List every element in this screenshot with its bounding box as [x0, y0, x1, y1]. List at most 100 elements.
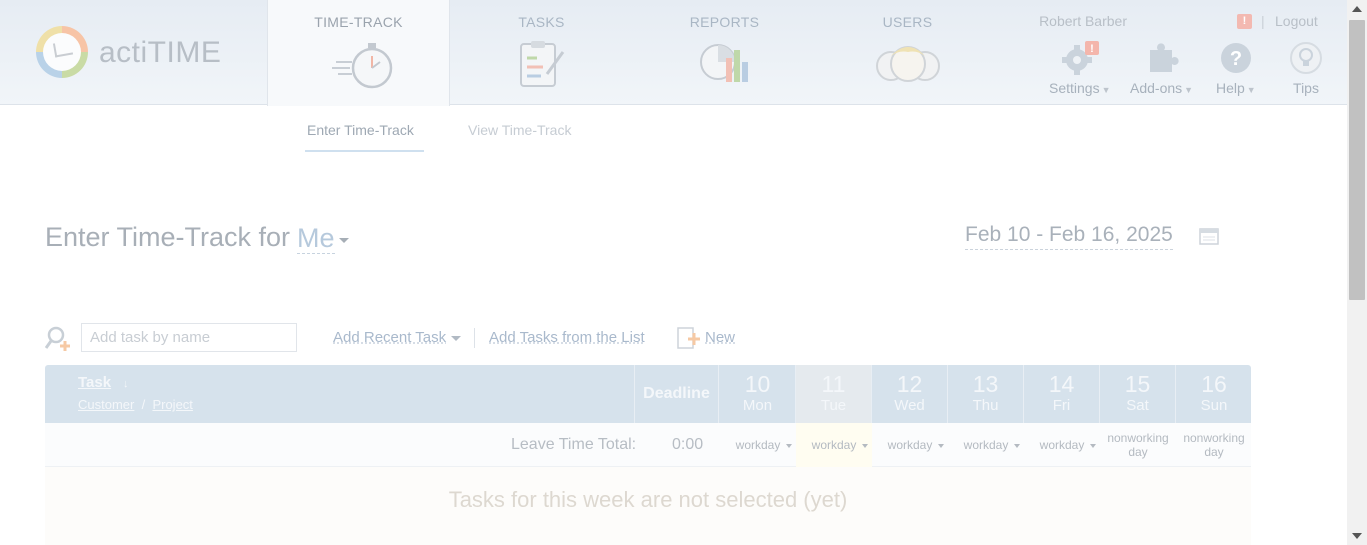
day-number: 13 [972, 371, 999, 397]
puzzle-icon [1149, 43, 1179, 72]
tab-label: TASKS [518, 14, 565, 30]
customer-project-header: Customer / Project [78, 397, 193, 412]
day-name: Sat [1126, 397, 1149, 414]
day-type-value: workday [1039, 438, 1085, 452]
sort-arrow-icon[interactable]: ↓ [123, 378, 129, 390]
scrollbar-thumb[interactable] [1349, 20, 1365, 300]
day-number: 15 [1124, 371, 1151, 397]
settings-menu[interactable]: ! Settings ▼ [1049, 40, 1111, 96]
tab-label: USERS [882, 14, 933, 30]
day-type-select-mon[interactable]: workday [720, 423, 796, 467]
chevron-down-icon [862, 444, 868, 448]
day-type-value: workday [811, 438, 857, 452]
question-icon: ? [1220, 43, 1251, 73]
new-task-button[interactable]: New [705, 329, 735, 346]
task-column-header[interactable]: Task [78, 374, 111, 391]
toolbar-divider [474, 328, 475, 348]
leave-time-label: Leave Time Total: [511, 436, 637, 453]
day-name: Fri [1052, 397, 1071, 414]
calendar-icon[interactable] [1199, 227, 1219, 245]
day-type-select-sun[interactable]: nonworking day [1176, 423, 1252, 467]
day-type-value: workday [735, 438, 781, 452]
chart-icon [699, 44, 748, 82]
day-number: 10 [744, 371, 771, 397]
day-type-select-sat[interactable]: nonworking day [1100, 423, 1176, 467]
tab-label: TIME-TRACK [314, 14, 403, 30]
day-header-tue: 11 Tue [796, 365, 872, 423]
chevron-down-icon[interactable] [339, 238, 349, 243]
tab-tasks[interactable]: TASKS [450, 0, 633, 105]
empty-tasks-message: Tasks for this week are not selected (ye… [448, 487, 848, 512]
tab-users[interactable]: USERS [816, 0, 999, 105]
day-type-select-fri[interactable]: workday [1024, 423, 1100, 467]
day-number: 14 [1048, 371, 1075, 397]
subnav-view-time-track[interactable]: View Time-Track [468, 122, 571, 138]
current-user-link[interactable]: Robert Barber [1039, 13, 1127, 29]
day-header-mon: 10 Mon [720, 365, 796, 423]
svg-text:?: ? [1230, 48, 1242, 70]
actitime-logo[interactable]: actiTIME [36, 26, 226, 80]
tips-button[interactable]: Tips [1288, 40, 1324, 96]
subnav-enter-time-track[interactable]: Enter Time-Track [307, 122, 414, 138]
logo-text: actiTIME [99, 36, 222, 69]
day-number: 16 [1201, 371, 1227, 397]
user-selector[interactable]: Me [297, 223, 335, 254]
project-sort-link[interactable]: Project [152, 397, 192, 412]
page-scrollbar[interactable] [1347, 0, 1367, 545]
day-name: Sun [1200, 397, 1228, 414]
day-type-value: workday [963, 438, 1009, 452]
add-task-search-input[interactable] [81, 323, 297, 352]
customer-sort-link[interactable]: Customer [78, 397, 134, 412]
lightbulb-icon [1290, 42, 1322, 74]
day-name: Thu [972, 397, 999, 414]
day-type-select-tue[interactable]: workday [796, 423, 872, 467]
chevron-down-icon: ▼ [1101, 85, 1111, 95]
users-icon [875, 46, 940, 82]
time-track-table: Task ↓ Customer / Project Deadline 10 Mo… [45, 365, 1251, 545]
table-header: Task ↓ Customer / Project Deadline 10 Mo… [45, 365, 1251, 423]
search-add-icon [45, 326, 70, 351]
chevron-down-icon: ▼ [1246, 85, 1256, 95]
settings-label: Settings [1049, 80, 1100, 96]
header-separator: / [141, 397, 146, 412]
chevron-down-icon [1090, 444, 1096, 448]
leave-time-total: 0:00 [672, 436, 704, 453]
chevron-down-icon [786, 444, 792, 448]
chevron-down-icon: ▼ [1184, 85, 1194, 95]
day-type-value: nonworking day [1183, 431, 1245, 459]
user-bar-separator: | [1261, 13, 1265, 29]
scroll-up-arrow-icon[interactable] [1352, 6, 1362, 12]
day-type-value: workday [887, 438, 933, 452]
new-task-icon[interactable] [677, 327, 701, 349]
deadline-column-header: Deadline [634, 365, 719, 423]
svg-text:!: ! [1090, 43, 1094, 55]
tab-time-track[interactable]: TIME-TRACK [267, 0, 450, 106]
add-recent-task-button[interactable]: Add Recent Task [333, 329, 446, 346]
logout-link[interactable]: Logout [1275, 13, 1318, 29]
gear-icon: ! [1061, 41, 1099, 75]
chevron-down-icon[interactable] [451, 336, 461, 341]
day-name: Mon [742, 397, 773, 414]
day-number: 12 [896, 371, 923, 397]
day-type-value: nonworking day [1107, 431, 1169, 459]
alert-badge[interactable]: ! [1237, 14, 1252, 29]
tab-reports[interactable]: REPORTS [633, 0, 816, 105]
top-header: actiTIME TIME-TRACK TASKS REPORTS USERS … [0, 0, 1347, 106]
day-name: Wed [894, 397, 925, 414]
leave-time-row: Leave Time Total: 0:00 workday workday w… [45, 423, 1251, 467]
day-header-thu: 13 Thu [948, 365, 1024, 423]
add-tasks-from-list-button[interactable]: Add Tasks from the List [489, 329, 645, 346]
day-type-select-wed[interactable]: workday [872, 423, 948, 467]
week-date-range[interactable]: Feb 10 - Feb 16, 2025 [965, 223, 1173, 250]
day-header-sun: 16 Sun [1176, 365, 1252, 423]
scroll-down-arrow-icon[interactable] [1352, 533, 1362, 539]
day-number: 11 [821, 371, 846, 397]
day-name: Tue [820, 397, 847, 414]
day-header-fri: 14 Fri [1024, 365, 1100, 423]
addons-menu[interactable]: Add-ons ▼ [1130, 40, 1193, 96]
day-type-select-thu[interactable]: workday [948, 423, 1024, 467]
tips-label: Tips [1293, 80, 1319, 96]
day-header-sat: 15 Sat [1100, 365, 1176, 423]
help-menu[interactable]: ? Help ▼ [1216, 40, 1256, 96]
clipboard-icon [519, 41, 564, 87]
